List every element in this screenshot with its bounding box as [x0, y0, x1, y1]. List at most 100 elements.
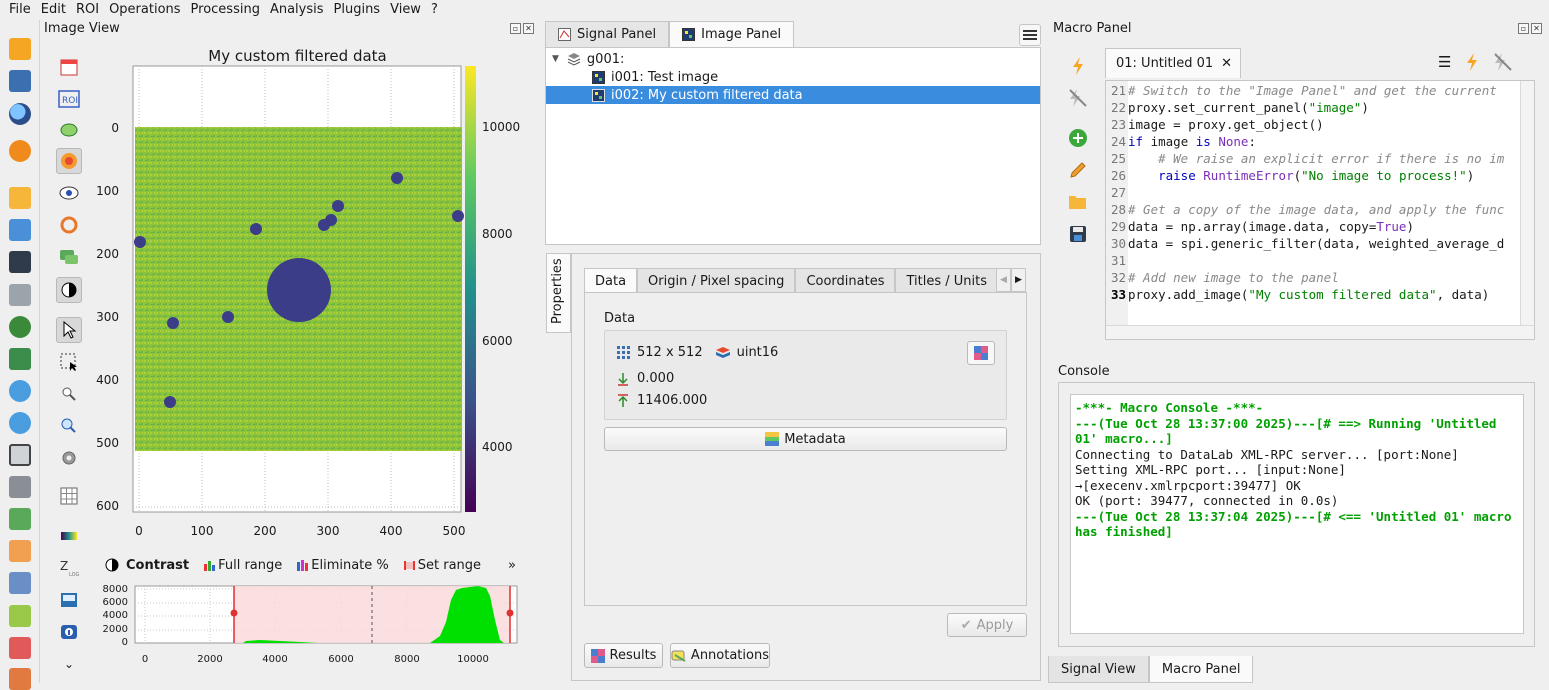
editor-tools: ☰	[1438, 52, 1513, 72]
float-icon[interactable]: ▫	[1518, 23, 1529, 34]
code-line[interactable]: 24 if image is None:	[1106, 133, 1521, 150]
console-output[interactable]: -***- Macro Console -***- ---(Tue Oct 28 …	[1070, 394, 1524, 634]
contrast-toolbar: Contrast Full range Eliminate % Set rang…	[100, 555, 530, 575]
y-tick: 500	[96, 436, 119, 450]
check-icon: ✔	[960, 617, 972, 633]
contrast-more-icon[interactable]: »	[508, 558, 516, 573]
properties-side-tab[interactable]: Properties	[546, 253, 571, 333]
max-value: 11406.000	[637, 393, 708, 408]
y-tick: 0	[111, 121, 119, 135]
code-line[interactable]: 32 # Add new image to the panel	[1106, 269, 1521, 286]
ptab-origin[interactable]: Origin / Pixel spacing	[637, 268, 796, 293]
console-line: -***- Macro Console -***-	[1075, 400, 1264, 415]
code-line[interactable]: 33 proxy.add_image("My custom filtered da…	[1106, 286, 1521, 303]
metadata-icon	[765, 432, 780, 446]
code-line[interactable]: 29 data = np.array(image.data, copy=True)	[1106, 218, 1521, 235]
code-line[interactable]: 23 image = proxy.get_object()	[1106, 116, 1521, 133]
bottom-tabs: Signal View Macro Panel	[1048, 656, 1254, 683]
panel-tabs: Signal Panel Image Panel	[545, 21, 795, 47]
macro-tab[interactable]: 01: Untitled 01 ✕	[1105, 48, 1241, 78]
code-token: )	[1361, 100, 1369, 115]
ptab-coordinates[interactable]: Coordinates	[795, 268, 896, 293]
colorbar	[465, 66, 476, 512]
vertical-scrollbar[interactable]	[1520, 81, 1534, 325]
rename-macro-icon[interactable]	[1066, 158, 1090, 182]
code-line[interactable]: 27	[1106, 184, 1521, 201]
tab-image-panel[interactable]: Image Panel	[669, 21, 795, 47]
stop-macro-icon[interactable]	[1066, 86, 1090, 110]
stop-icon[interactable]	[1493, 52, 1513, 72]
range-high-handle[interactable]	[506, 609, 514, 617]
tab-macro-panel[interactable]: Macro Panel	[1148, 656, 1254, 683]
code-token: (	[1293, 168, 1302, 183]
open-macro-icon[interactable]	[1066, 190, 1090, 214]
hist-y-tick: 2000	[102, 624, 128, 635]
y-tick: 100	[96, 184, 119, 198]
dtype-value: uint16	[736, 345, 779, 360]
full-range-button[interactable]: Full range	[203, 558, 282, 573]
console-line: ---(Tue Oct 28 13:37:04 2025)---[# <== '…	[1075, 508, 1520, 540]
x-tick: 100	[190, 524, 214, 538]
panel-menu-button[interactable]	[1019, 24, 1041, 46]
ptab-titles-units[interactable]: Titles / Units	[895, 268, 998, 293]
macro-dock-buttons: ▫ ✕	[1518, 23, 1542, 34]
code-editor[interactable]: 21 # Switch to the "Image Panel" and get …	[1105, 80, 1535, 340]
x-tick: 400	[379, 524, 403, 538]
data-view-button[interactable]	[967, 341, 995, 365]
data-group-label: Data	[604, 311, 636, 326]
hist-x-tick: 8000	[394, 654, 420, 665]
close-icon[interactable]: ✕	[1531, 23, 1542, 34]
layers-icon	[567, 53, 581, 66]
expand-icon[interactable]: ▼	[552, 54, 559, 64]
splitter-left[interactable]	[538, 20, 543, 683]
ptab-data[interactable]: Data	[584, 268, 638, 293]
annotations-button[interactable]: Annotations	[670, 643, 770, 668]
eliminate-button[interactable]: Eliminate %	[296, 558, 389, 573]
menu-icon[interactable]: ☰	[1438, 53, 1451, 71]
code-line[interactable]: 30 data = spi.generic_filter(data, weight…	[1106, 235, 1521, 252]
tree-item-label: i002: My custom filtered data	[611, 87, 803, 103]
code-line[interactable]: 22 proxy.set_current_panel("image")	[1106, 99, 1521, 116]
range-low-handle[interactable]	[230, 609, 238, 617]
line-number: 26	[1110, 168, 1126, 183]
x-tick: 500	[442, 524, 466, 538]
image-icon	[682, 28, 696, 41]
tab-signal-view[interactable]: Signal View	[1048, 656, 1149, 683]
image-plot[interactable]	[0, 0, 540, 683]
run-macro-icon[interactable]	[1066, 54, 1090, 78]
properties-side-label: Properties	[550, 258, 565, 324]
apply-button[interactable]: ✔ Apply	[947, 613, 1027, 637]
line-number: 31	[1110, 253, 1126, 268]
code-line[interactable]: 21 # Switch to the "Image Panel" and get …	[1106, 82, 1521, 99]
set-range-icon	[403, 560, 415, 570]
code-line[interactable]: 25 # We raise an explicit error if there…	[1106, 150, 1521, 167]
line-number: 33	[1110, 287, 1126, 302]
run-icon[interactable]	[1465, 52, 1479, 72]
metadata-button[interactable]: Metadata	[604, 427, 1007, 451]
min-value: 0.000	[637, 371, 675, 386]
tree-item[interactable]: i001: Test image	[546, 68, 1040, 86]
code-line[interactable]: 26 raise RuntimeError("No image to proce…	[1106, 167, 1521, 184]
code-line[interactable]: 28 # Get a copy of the image data, and ap…	[1106, 201, 1521, 218]
tree-group[interactable]: ▼ g001:	[546, 50, 1040, 68]
scroll-right-icon[interactable]: ▶	[1011, 268, 1026, 292]
code-token: "No image to process!"	[1301, 168, 1467, 183]
hist-x-tick: 6000	[328, 654, 354, 665]
code-line[interactable]: 31	[1106, 252, 1521, 269]
console-line: →[execenv.xmlrpcport:39477] OK	[1075, 477, 1301, 493]
tree-item-label: i001: Test image	[611, 69, 719, 85]
close-tab-icon[interactable]: ✕	[1221, 56, 1232, 71]
splitter-right[interactable]	[1044, 20, 1049, 683]
results-button[interactable]: Results	[584, 643, 663, 668]
set-range-button[interactable]: Set range	[403, 558, 481, 573]
tab-signal-panel[interactable]: Signal Panel	[545, 21, 670, 47]
tree-item-selected[interactable]: i002: My custom filtered data	[546, 86, 1040, 104]
scroll-left-icon[interactable]: ◀	[996, 268, 1011, 292]
save-macro-icon[interactable]	[1066, 222, 1090, 246]
new-macro-icon[interactable]	[1066, 126, 1090, 150]
hist-y-tick: 4000	[102, 610, 128, 621]
line-number: 24	[1110, 134, 1126, 149]
horizontal-scrollbar[interactable]	[1106, 325, 1534, 339]
min-icon	[618, 372, 628, 386]
